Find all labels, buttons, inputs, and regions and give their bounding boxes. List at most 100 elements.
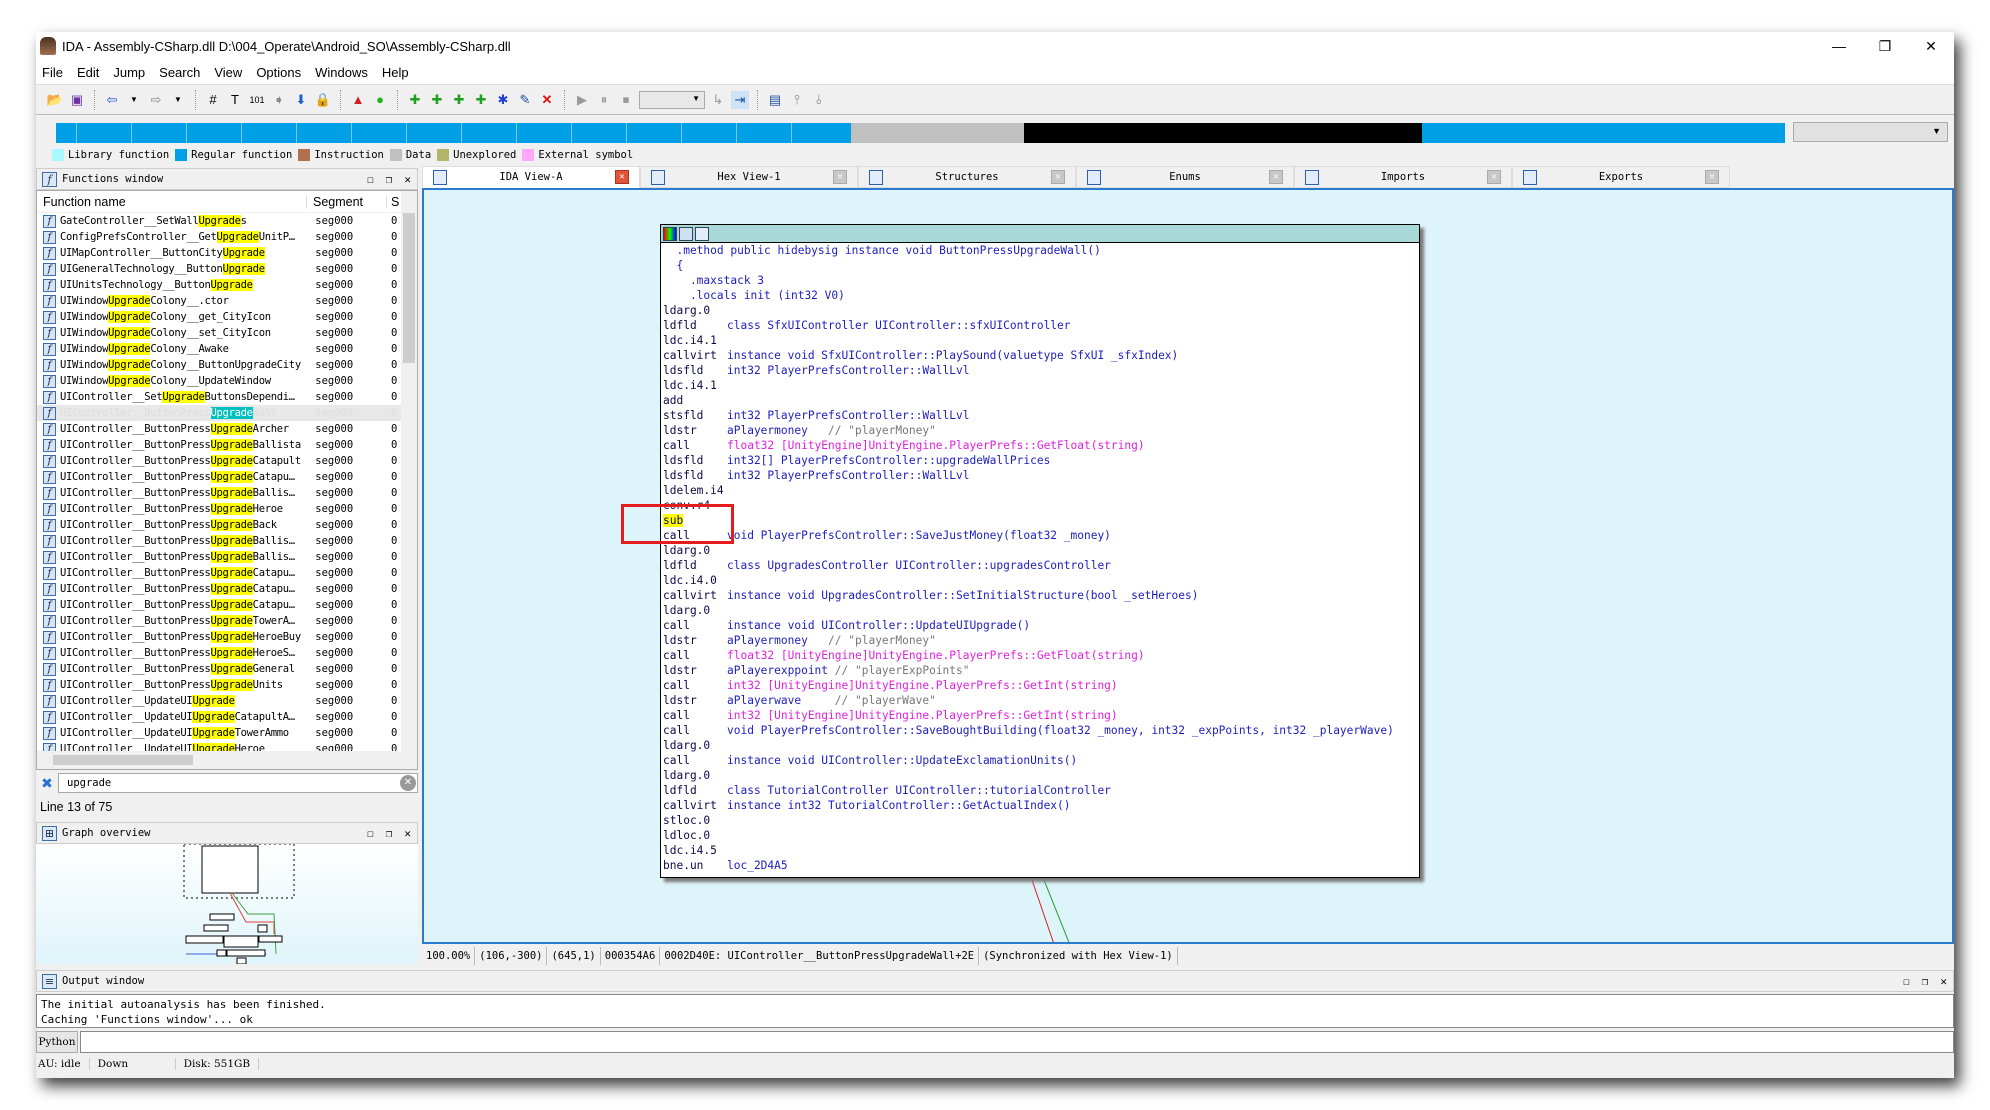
code-line[interactable]: ldstr aPlayermoney // "playerMoney" <box>663 423 1419 438</box>
code-line[interactable]: ldstr aPlayerexppoint // "playerExpPoints… <box>663 663 1419 678</box>
opcode[interactable]: ldarg.0 <box>663 543 727 558</box>
float-panel-button[interactable]: ❐ <box>386 173 393 186</box>
operand[interactable]: int32 PlayerPrefsController::WallLvl <box>727 468 969 483</box>
ida-view-graph[interactable]: .method public hidebysig instance void B… <box>422 188 1954 944</box>
operand[interactable]: aPlayerwave <box>727 693 835 708</box>
opcode[interactable]: ldc.i4.1 <box>663 333 727 348</box>
node-color-icon[interactable] <box>663 226 677 241</box>
column-segment[interactable]: Segment <box>307 194 387 209</box>
code-line[interactable]: call int32 [UnityEngine]UnityEngine.Playe… <box>663 678 1419 693</box>
opcode[interactable]: ldc.i4.0 <box>663 573 727 588</box>
code-line[interactable]: ldc.i4.0 <box>663 573 1419 588</box>
close-panel-button[interactable]: ✕ <box>1940 975 1947 988</box>
code-line[interactable]: ldarg.0 <box>663 768 1419 783</box>
remove-xref-icon[interactable]: ⫰ <box>810 91 828 109</box>
opcode[interactable]: ldc.i4.1 <box>663 378 727 393</box>
horizontal-scrollbar[interactable] <box>37 751 417 769</box>
operand[interactable]: aPlayermoney <box>727 423 828 438</box>
python-language-button[interactable]: Python <box>36 1031 78 1053</box>
code-line[interactable]: ldstr aPlayermoney // "playerMoney" <box>663 633 1419 648</box>
function-row[interactable]: f UIController__ButtonPressUpgradeCatapu…… <box>37 581 401 597</box>
operand[interactable]: class SfxUIController UIController::sfxU… <box>727 318 1071 333</box>
make-code-icon[interactable]: ✚ <box>406 91 424 109</box>
code-line[interactable]: .locals init (int32 V0) <box>663 288 1419 303</box>
function-row[interactable]: f UIController__ButtonPressUpgradeHeroeS…… <box>37 645 401 661</box>
tab-enums[interactable]: Enums ✕ <box>1076 166 1294 188</box>
green-circle-icon[interactable]: ● <box>371 91 389 109</box>
opcode[interactable]: ldc.i4.5 <box>663 843 727 858</box>
operand[interactable]: void PlayerPrefsController::SaveJustMone… <box>727 528 1111 543</box>
navbar-segment-unexplored[interactable] <box>1024 123 1422 143</box>
opcode[interactable]: call <box>663 723 727 738</box>
operand[interactable]: .method public hidebysig instance void B… <box>663 243 1100 258</box>
opcode[interactable]: ldelem.i4 <box>663 483 727 498</box>
operand[interactable]: loc_2D4A5 <box>727 858 788 873</box>
function-row[interactable]: f UIGeneralTechnology__ButtonUpgrade seg00… <box>37 261 401 277</box>
opcode[interactable]: add <box>663 393 727 408</box>
opcode[interactable]: call <box>663 648 727 663</box>
function-row[interactable]: f UIController__ButtonPressUpgradeBallis…… <box>37 549 401 565</box>
filter-input[interactable] <box>58 773 418 793</box>
close-panel-button[interactable]: ✕ <box>404 827 411 840</box>
function-row[interactable]: f UIController__ButtonPressUpgradeHeroe se… <box>37 501 401 517</box>
code-block-node[interactable]: .method public hidebysig instance void B… <box>660 224 1420 878</box>
operand[interactable]: // "playerWave" <box>835 693 936 708</box>
opcode[interactable]: call <box>663 438 727 453</box>
code-line[interactable]: bne.un loc_2D4A5 <box>663 858 1419 873</box>
code-line[interactable]: ldfld class UpgradesController UIControll… <box>663 558 1419 573</box>
opcode[interactable]: callvirt <box>663 348 727 363</box>
operand[interactable]: .maxstack 3 <box>663 273 764 288</box>
operand[interactable]: int32[] PlayerPrefsController::upgradeWa… <box>727 453 1050 468</box>
code-line[interactable]: ldarg.0 <box>663 543 1419 558</box>
opcode[interactable]: ldarg.0 <box>663 768 727 783</box>
operand[interactable]: int32 PlayerPrefsController::WallLvl <box>727 363 969 378</box>
opcode[interactable]: stloc.0 <box>663 813 727 828</box>
maximize-panel-button[interactable]: ☐ <box>367 827 374 840</box>
make-string-icon[interactable]: ✚ <box>450 91 468 109</box>
function-row[interactable]: f UIController__ButtonPressUpgradeWall seg… <box>37 405 401 421</box>
opcode[interactable]: ldarg.0 <box>663 603 727 618</box>
menu-windows[interactable]: Windows <box>315 65 368 80</box>
opcode[interactable]: ldarg.0 <box>663 303 727 318</box>
opcode[interactable]: ldsfld <box>663 468 727 483</box>
code-line[interactable]: { <box>663 258 1419 273</box>
minimize-button[interactable]: — <box>1816 32 1862 60</box>
opcode[interactable]: bne.un <box>663 858 727 873</box>
function-row[interactable]: f UIController__ButtonPressUpgradeHeroeBu… <box>37 629 401 645</box>
forward-dropdown-icon[interactable]: ▼ <box>169 91 187 109</box>
tab-exports[interactable]: Exports ✕ <box>1512 166 1730 188</box>
code-line[interactable]: ldsfld int32 PlayerPrefsController::WallL… <box>663 468 1419 483</box>
scroll-thumb[interactable] <box>53 755 193 765</box>
menu-file[interactable]: File <box>42 65 63 80</box>
tab-close-icon[interactable]: ✕ <box>1269 170 1283 184</box>
code-line[interactable]: ldarg.0 <box>663 738 1419 753</box>
graph-overview[interactable] <box>36 843 418 965</box>
debugger-combo[interactable] <box>639 90 705 109</box>
close-button[interactable]: ✕ <box>1908 32 1954 60</box>
code-line[interactable]: call float32 [UnityEngine]UnityEngine.Pla… <box>663 648 1419 663</box>
code-line[interactable]: ldc.i4.1 <box>663 333 1419 348</box>
opcode[interactable]: callvirt <box>663 588 727 603</box>
tab-hex-view-1[interactable]: Hex View-1 ✕ <box>640 166 858 188</box>
code-line[interactable]: stsfld int32 PlayerPrefsController::WallL… <box>663 408 1419 423</box>
function-row[interactable]: f UIMapController__ButtonCityUpgrade seg00… <box>37 245 401 261</box>
make-struct-icon[interactable]: ✚ <box>472 91 490 109</box>
navigator-bar[interactable] <box>56 123 1785 143</box>
opcode[interactable]: ldarg.0 <box>663 738 727 753</box>
make-array-icon[interactable]: ✱ <box>494 91 512 109</box>
tab-close-icon[interactable]: ✕ <box>615 170 629 184</box>
run-icon[interactable]: ▶ <box>573 91 591 109</box>
function-row[interactable]: f UIController__ButtonPressUpgradeCatapul… <box>37 453 401 469</box>
navigator-combo[interactable] <box>1793 122 1948 142</box>
jump-down-icon[interactable]: ⬇ <box>292 91 310 109</box>
search-text-icon[interactable]: T <box>226 91 244 109</box>
trace-icon[interactable]: ⇥ <box>731 90 749 109</box>
float-panel-button[interactable]: ❐ <box>1922 975 1929 988</box>
node-group-icon[interactable] <box>695 226 709 241</box>
code-line[interactable]: stloc.0 <box>663 813 1419 828</box>
operand[interactable]: // "playerExpPoints" <box>835 663 970 678</box>
function-row[interactable]: f UIController__SetUpgradeButtonsDependi…… <box>37 389 401 405</box>
code-line[interactable]: ldsfld int32 PlayerPrefsController::WallL… <box>663 363 1419 378</box>
code-line[interactable]: ldc.i4.5 <box>663 843 1419 858</box>
maximize-panel-button[interactable]: ☐ <box>367 173 374 186</box>
